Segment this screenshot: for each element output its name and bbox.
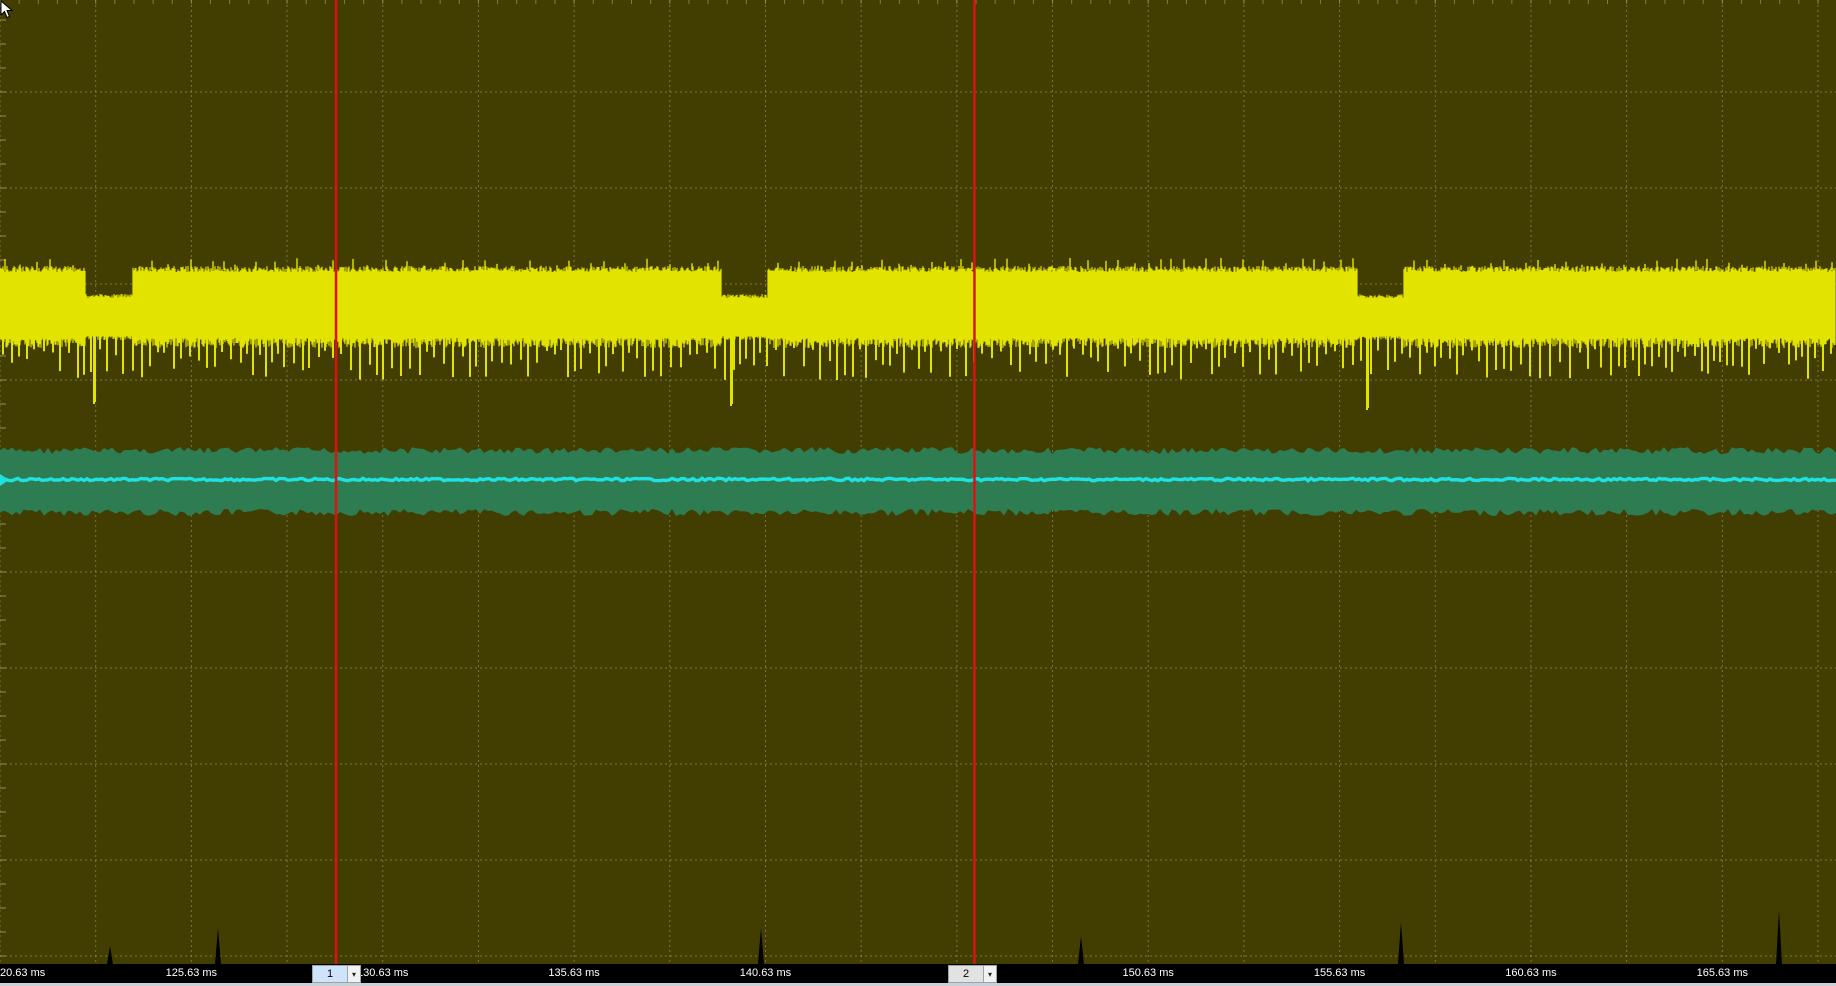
time-axis-bar: 20.63 ms 125.63 ms 130.63 ms 135.63 ms 140.6… (0, 964, 1836, 983)
time-tick-label: 160.63 ms (1505, 967, 1557, 979)
time-tick-label: 125.63 ms (165, 967, 218, 979)
time-tick-label: 155.63 ms (1313, 967, 1366, 979)
mouse-pointer-icon (0, 0, 14, 19)
time-tick-label: 135.63 ms (548, 967, 600, 979)
time-tick-label: 20.63 ms (0, 967, 46, 979)
time-tick-label: 130.63 ms (357, 967, 409, 979)
chevron-down-icon[interactable]: ▾ (983, 966, 996, 982)
cursor-layer[interactable] (0, 0, 1836, 964)
cursor-2-tag[interactable]: 2 ▾ (948, 965, 997, 983)
cursor-2-label[interactable]: 2 (949, 966, 983, 982)
waveform-plot-area[interactable] (0, 0, 1836, 964)
chevron-down-icon[interactable]: ▾ (347, 966, 360, 982)
time-tick-label: 140.63 ms (739, 967, 792, 979)
cursor-1-label[interactable]: 1 (313, 966, 347, 982)
time-tick-label: 165.63 ms (1696, 967, 1748, 979)
cursor-1-tag[interactable]: 1 ▾ (312, 965, 361, 983)
time-tick-label: 150.63 ms (1122, 967, 1174, 979)
